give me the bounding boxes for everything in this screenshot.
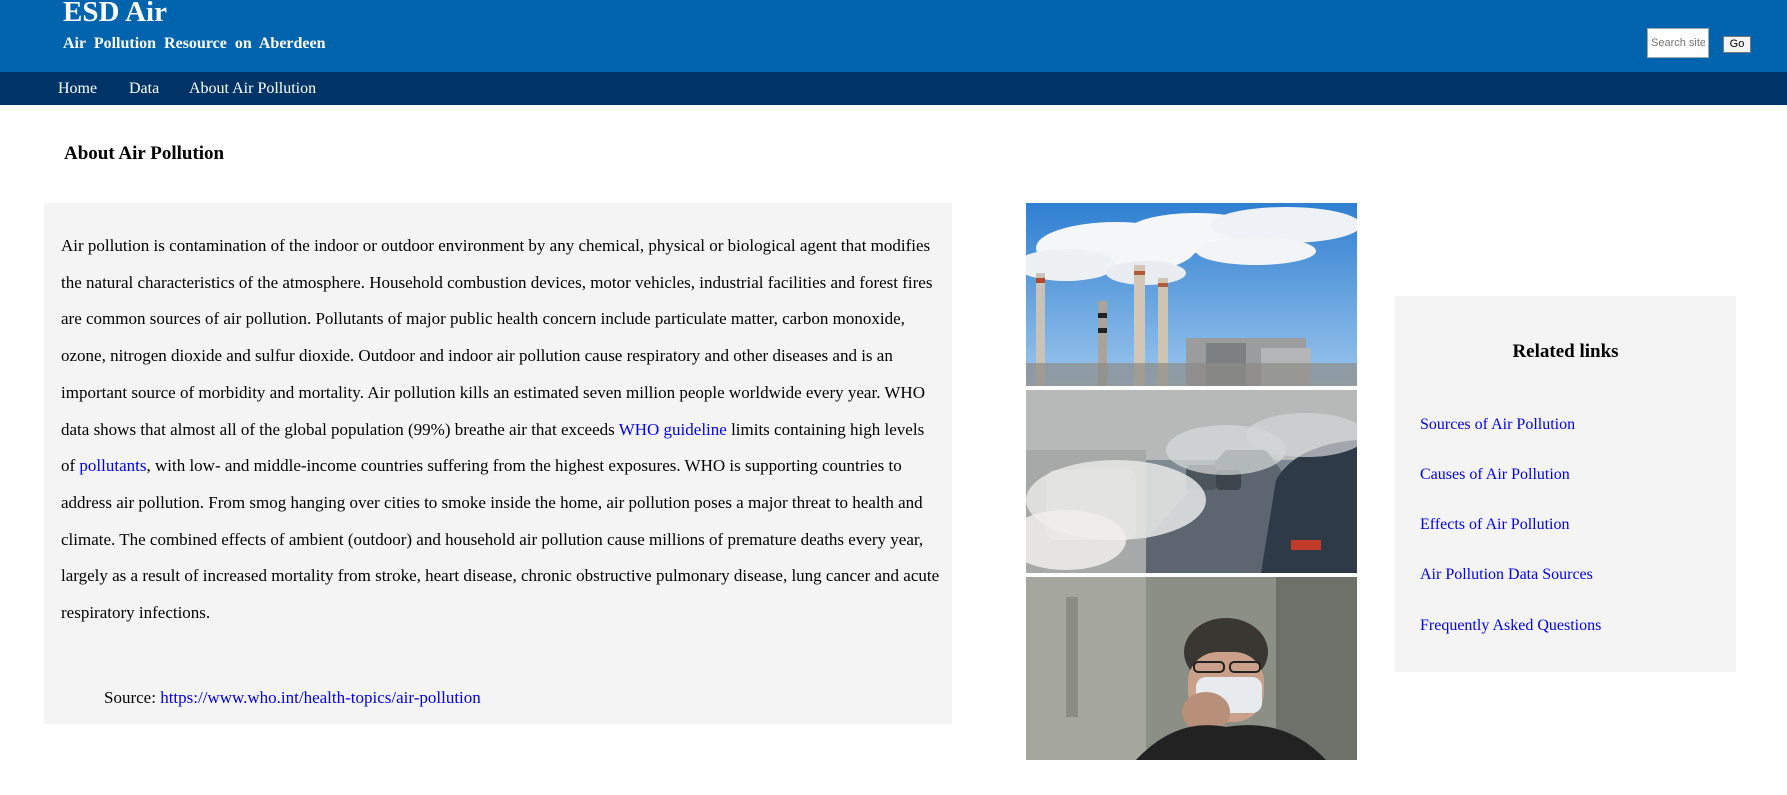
article-text-3: , with low- and middle-income countries … (61, 456, 940, 623)
page-title: About Air Pollution (64, 143, 225, 164)
traffic-exhaust-image (1026, 390, 1357, 573)
article-panel: Air pollution is contamination of the in… (44, 203, 952, 724)
nav-item-data[interactable]: Data (129, 80, 159, 98)
related-link-causes[interactable]: Causes of Air Pollution (1420, 466, 1570, 484)
related-links-panel: Related links Sources of Air Pollution C… (1395, 296, 1736, 672)
related-link-sources[interactable]: Sources of Air Pollution (1420, 416, 1575, 434)
source-line: Source: https://www.who.int/health-topic… (104, 688, 481, 708)
source-label: Source: (104, 688, 161, 707)
who-guideline-link[interactable]: WHO guideline (619, 420, 727, 439)
site-subtitle: Air Pollution Resource on Aberdeen (63, 35, 326, 52)
related-link-effects[interactable]: Effects of Air Pollution (1420, 516, 1569, 534)
source-link[interactable]: https://www.who.int/health-topics/air-po… (160, 688, 481, 707)
related-link-data-sources[interactable]: Air Pollution Data Sources (1420, 566, 1593, 584)
site-header: ESD Air Air Pollution Resource on Aberde… (0, 0, 1787, 72)
search-input[interactable] (1647, 28, 1709, 58)
main-nav: Home Data About Air Pollution (0, 72, 1787, 105)
related-link-faq[interactable]: Frequently Asked Questions (1420, 617, 1601, 635)
site-title[interactable]: ESD Air (63, 0, 167, 29)
related-links-title: Related links (1512, 341, 1619, 362)
man-wearing-mask-image (1026, 577, 1357, 760)
nav-item-about-air-pollution[interactable]: About Air Pollution (189, 80, 316, 98)
factory-smokestacks-image (1026, 203, 1357, 386)
article-body: Air pollution is contamination of the in… (61, 228, 941, 632)
search-go-button[interactable]: Go (1723, 36, 1751, 53)
nav-item-home[interactable]: Home (58, 80, 97, 98)
article-text-1: Air pollution is contamination of the in… (61, 236, 933, 439)
pollutants-link[interactable]: pollutants (79, 456, 146, 475)
